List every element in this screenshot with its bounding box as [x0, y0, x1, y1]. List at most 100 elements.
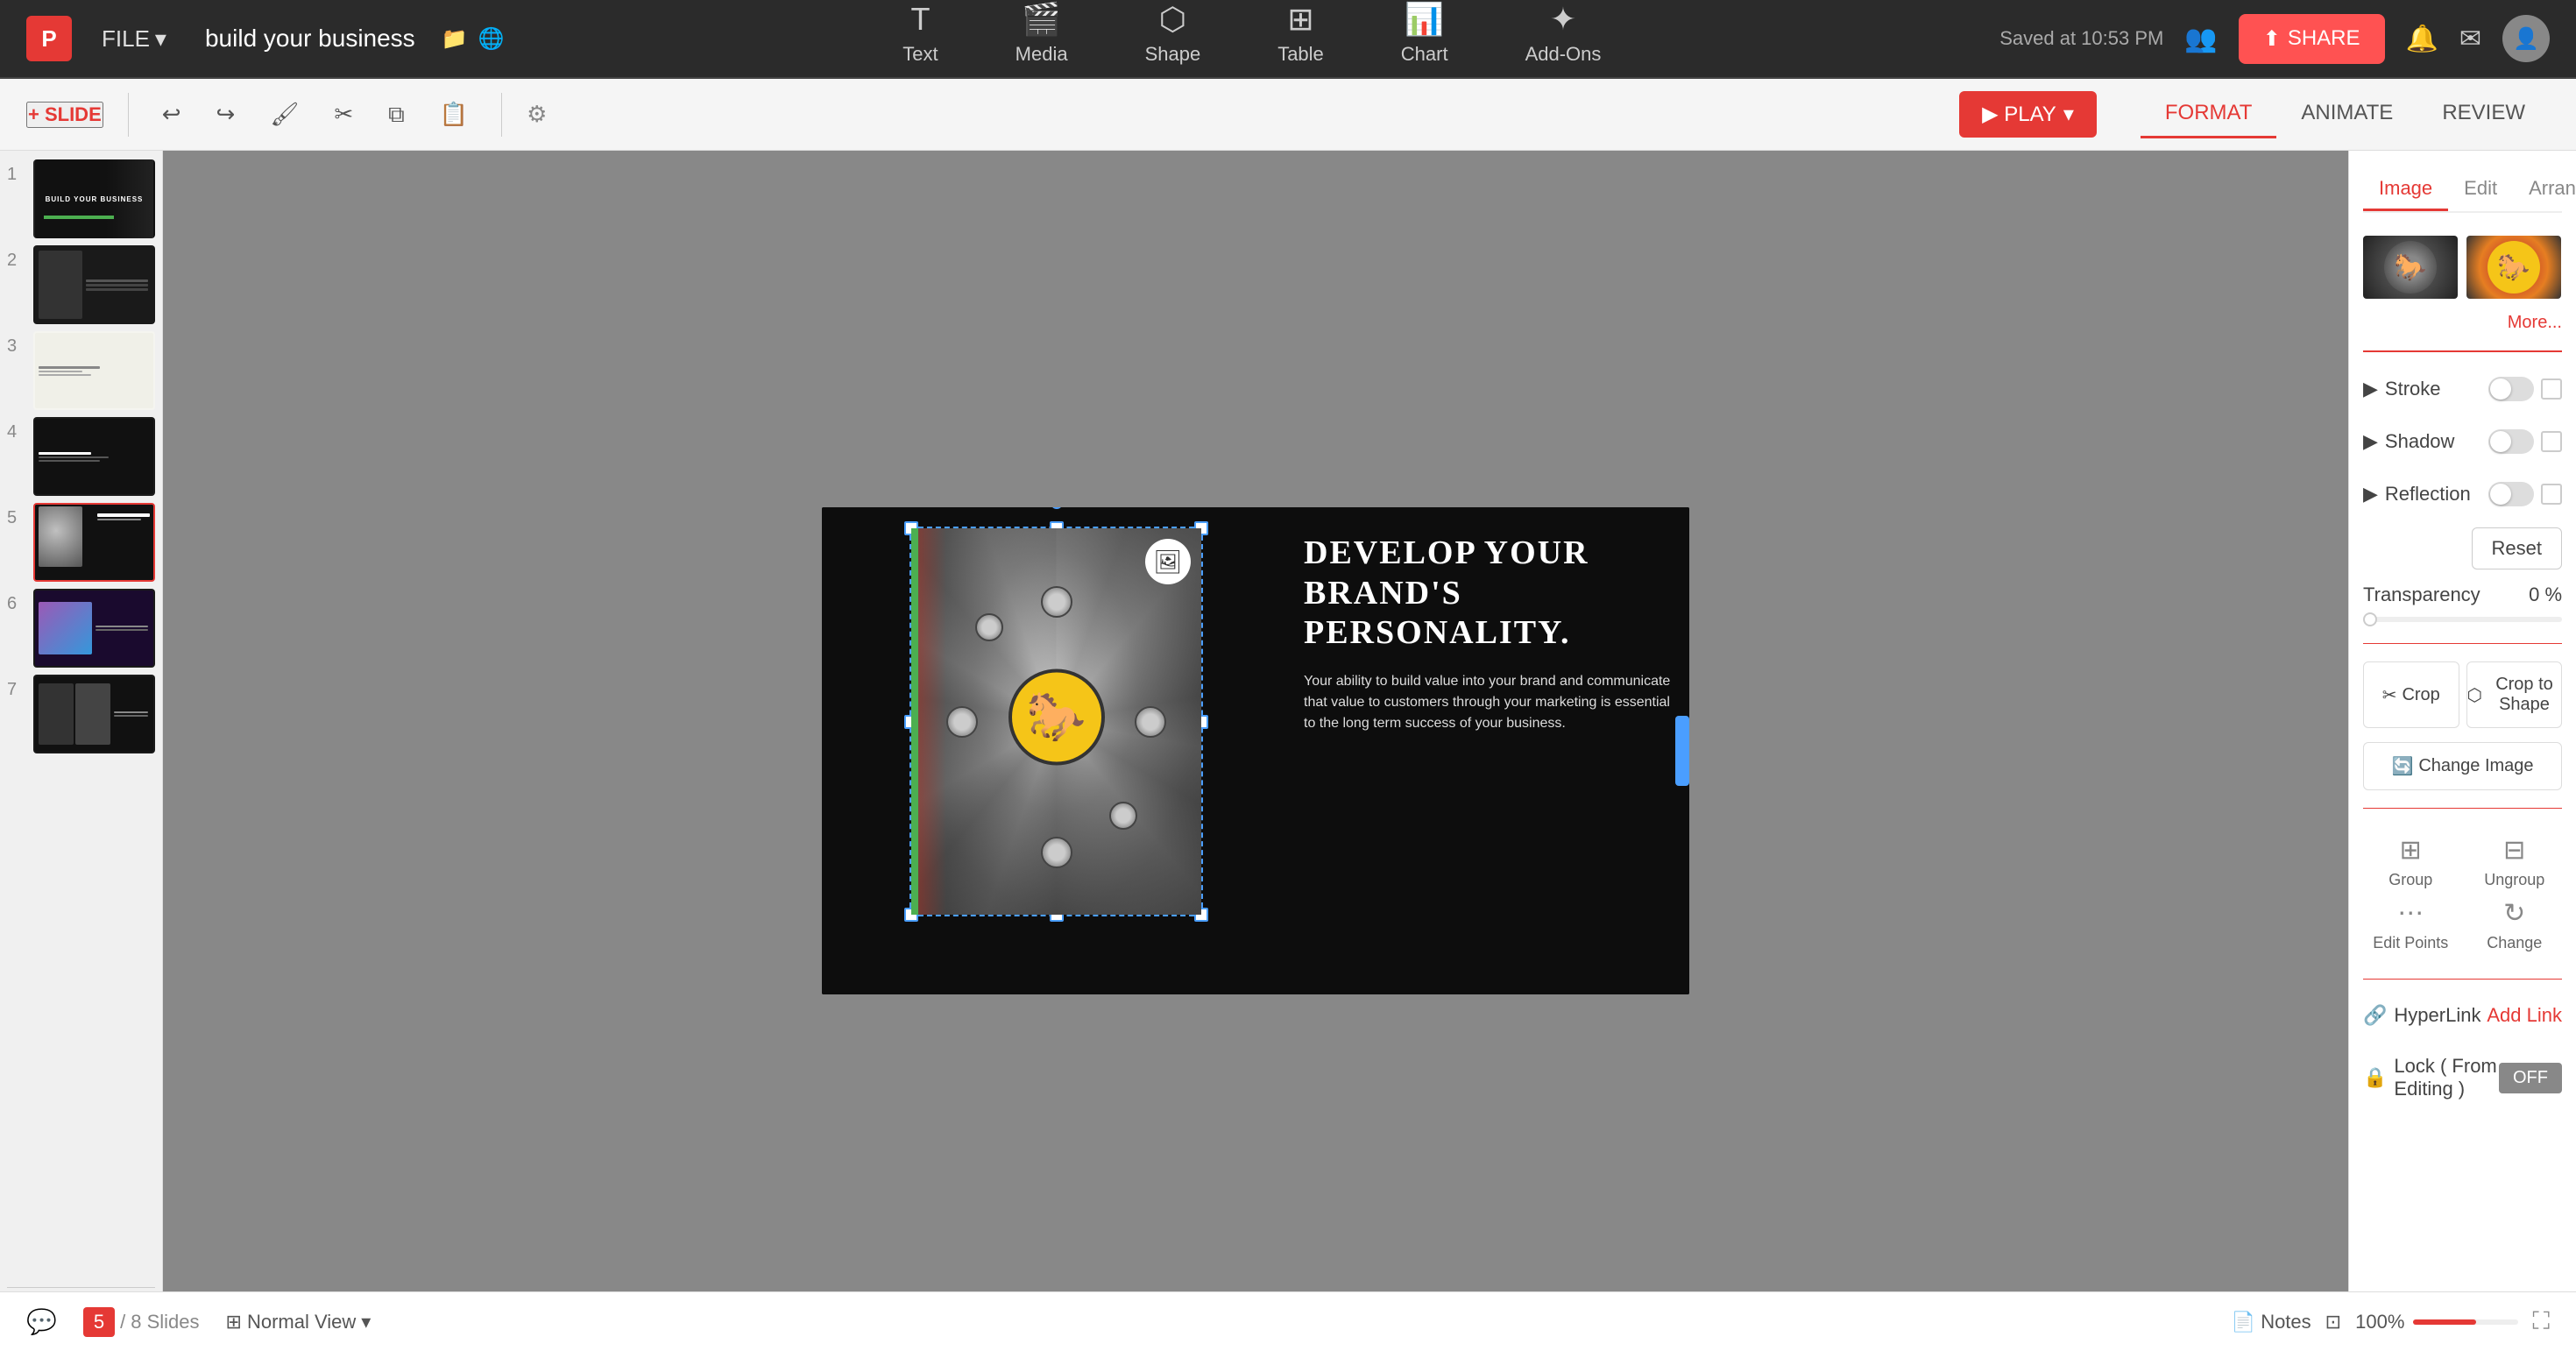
undo-button[interactable]: ↩: [153, 95, 190, 133]
more-link[interactable]: More...: [2363, 313, 2562, 333]
reflection-toggle[interactable]: [2488, 482, 2534, 506]
hyperlink-label: HyperLink: [2394, 1004, 2480, 1027]
messages-icon[interactable]: ✉: [2459, 24, 2481, 54]
chat-icon[interactable]: 💬: [26, 1307, 57, 1336]
shape-icon: ⬡: [1159, 1, 1186, 38]
shadow-checkbox[interactable]: [2541, 431, 2562, 452]
panel-divider-4: [2363, 979, 2562, 980]
slide-preview-6[interactable]: [33, 589, 155, 668]
tab-format[interactable]: FORMAT: [2141, 90, 2277, 138]
lock-row: 🔒 Lock ( From Editing ) OFF: [2363, 1048, 2562, 1107]
slide-thumb-7[interactable]: 7: [7, 675, 155, 753]
view-icon: ⊞: [226, 1311, 242, 1333]
view-dropdown-icon: ▾: [361, 1311, 371, 1333]
toolbar-addons[interactable]: ✦ Add-Ons: [1513, 0, 1614, 77]
lock-toggle[interactable]: OFF: [2499, 1063, 2562, 1093]
panel-divider-2: [2363, 643, 2562, 644]
table-icon: ⊞: [1287, 1, 1313, 38]
toolbar-shape[interactable]: ⬡ Shape: [1133, 0, 1214, 77]
user-avatar[interactable]: 👤: [2502, 15, 2550, 62]
toolbar-text[interactable]: T Text: [890, 0, 950, 77]
crop-button[interactable]: ✂ Crop: [2363, 661, 2459, 728]
slide-preview-4[interactable]: [33, 417, 155, 496]
notes-button[interactable]: 📄 Notes: [2232, 1311, 2311, 1333]
add-link-button[interactable]: Add Link: [2487, 1004, 2562, 1027]
tab-animate[interactable]: ANIMATE: [2276, 90, 2417, 138]
globe-icon[interactable]: 🌐: [478, 26, 505, 52]
slide-preview-2[interactable]: [33, 245, 155, 324]
stroke-checkbox[interactable]: [2541, 378, 2562, 400]
toolbar-media[interactable]: 🎬 Media: [1003, 0, 1080, 77]
paste-button[interactable]: 📋: [431, 95, 477, 133]
toolbar-table[interactable]: ⊞ Table: [1265, 0, 1336, 77]
slide-thumb-5[interactable]: 5: [7, 503, 155, 582]
transparency-section: Transparency 0 %: [2363, 584, 2562, 626]
slide-thumb-3[interactable]: 3: [7, 331, 155, 410]
play-button[interactable]: ▶ PLAY ▾: [1959, 91, 2097, 138]
reflection-label: Reflection: [2385, 483, 2471, 506]
toolbar-chart[interactable]: 📊 Chart: [1389, 0, 1461, 77]
ungroup-action[interactable]: ⊟ Ungroup: [2467, 835, 2563, 889]
reset-button[interactable]: Reset: [2472, 527, 2562, 569]
cut-button[interactable]: ✂: [325, 95, 362, 133]
slide-text-area: DEVELOP YOUR BRAND'S PERSONALITY. Your a…: [1304, 534, 1672, 734]
app-logo: P: [26, 16, 72, 61]
tab-image[interactable]: Image: [2363, 168, 2448, 211]
change-image-button[interactable]: 🔄 Change Image: [2363, 742, 2562, 790]
change-action[interactable]: ↻ Change: [2467, 898, 2563, 952]
toolbar-separator-2: [501, 93, 502, 137]
tab-edit[interactable]: Edit: [2448, 168, 2513, 211]
slide-preview-1[interactable]: BUILD YOUR BUSINESS: [33, 159, 155, 238]
share-button[interactable]: ⬆ SHARE: [2239, 14, 2385, 64]
zoom-slider[interactable]: [2413, 1319, 2518, 1325]
file-button[interactable]: FILE ▾: [89, 18, 179, 60]
current-slide-number: 5: [83, 1307, 115, 1337]
canvas-area: 🐎 🖼: [163, 151, 2348, 1351]
shadow-chevron-icon: ▶: [2363, 430, 2378, 453]
edit-points-action[interactable]: ⋯ Edit Points: [2363, 898, 2459, 952]
group-action[interactable]: ⊞ Group: [2363, 835, 2459, 889]
stroke-toggle[interactable]: [2488, 377, 2534, 401]
tab-review[interactable]: REVIEW: [2417, 90, 2550, 138]
right-panel: Image Edit Arrange 🐎 🐎 More... ▶ Stroke: [2348, 151, 2576, 1351]
slide-thumb-2[interactable]: 2: [7, 245, 155, 324]
format-painter-button[interactable]: 🖌: [261, 95, 308, 133]
slide-preview-3[interactable]: [33, 331, 155, 410]
tab-arrange[interactable]: Arrange: [2513, 168, 2576, 211]
shadow-toggle[interactable]: [2488, 429, 2534, 454]
slide-heading: DEVELOP YOUR BRAND'S PERSONALITY.: [1304, 534, 1672, 654]
slide-preview-7[interactable]: [33, 675, 155, 753]
slide-thumb-4[interactable]: 4: [7, 417, 155, 496]
image-variant-1[interactable]: 🐎: [2363, 236, 2458, 299]
panel-divider-3: [2363, 808, 2562, 809]
stroke-row: ▶ Stroke: [2363, 370, 2562, 408]
image-replace-icon[interactable]: 🖼: [1145, 539, 1191, 584]
shadow-row: ▶ Shadow: [2363, 422, 2562, 461]
crop-shape-icon: ⬡: [2467, 684, 2482, 706]
fit-icon[interactable]: ⊡: [2325, 1311, 2341, 1333]
transparency-thumb[interactable]: [2363, 612, 2377, 626]
slide-thumb-1[interactable]: 1 BUILD YOUR BUSINESS: [7, 159, 155, 238]
presentation-title: build your business: [205, 25, 415, 53]
users-icon[interactable]: 👥: [2184, 24, 2217, 54]
slide-thumb-6[interactable]: 6: [7, 589, 155, 668]
view-mode-selector[interactable]: ⊞ Normal View ▾: [226, 1311, 372, 1333]
selected-image[interactable]: 🐎 🖼: [909, 527, 1203, 916]
crop-to-shape-button[interactable]: ⬡ Crop to Shape: [2466, 661, 2563, 728]
slide-counter: 5 / 8 Slides: [83, 1307, 200, 1337]
copy-button[interactable]: ⧉: [379, 95, 414, 134]
transparency-slider[interactable]: [2363, 617, 2562, 622]
slide-accent-band: [1675, 716, 1689, 786]
toolbar-separator: [128, 93, 129, 137]
add-slide-button[interactable]: + SLIDE: [26, 102, 103, 128]
chart-icon: 📊: [1405, 1, 1444, 38]
fullscreen-icon[interactable]: ⛶: [2532, 1307, 2550, 1336]
folder-icon[interactable]: 📁: [442, 26, 468, 52]
reflection-checkbox[interactable]: [2541, 484, 2562, 505]
image-variant-2[interactable]: 🐎: [2466, 236, 2561, 299]
reflection-chevron-icon: ▶: [2363, 483, 2378, 506]
notifications-icon[interactable]: 🔔: [2406, 24, 2438, 54]
settings-icon[interactable]: ⚙: [527, 101, 547, 128]
redo-button[interactable]: ↪: [208, 95, 244, 133]
slide-preview-5[interactable]: [33, 503, 155, 582]
